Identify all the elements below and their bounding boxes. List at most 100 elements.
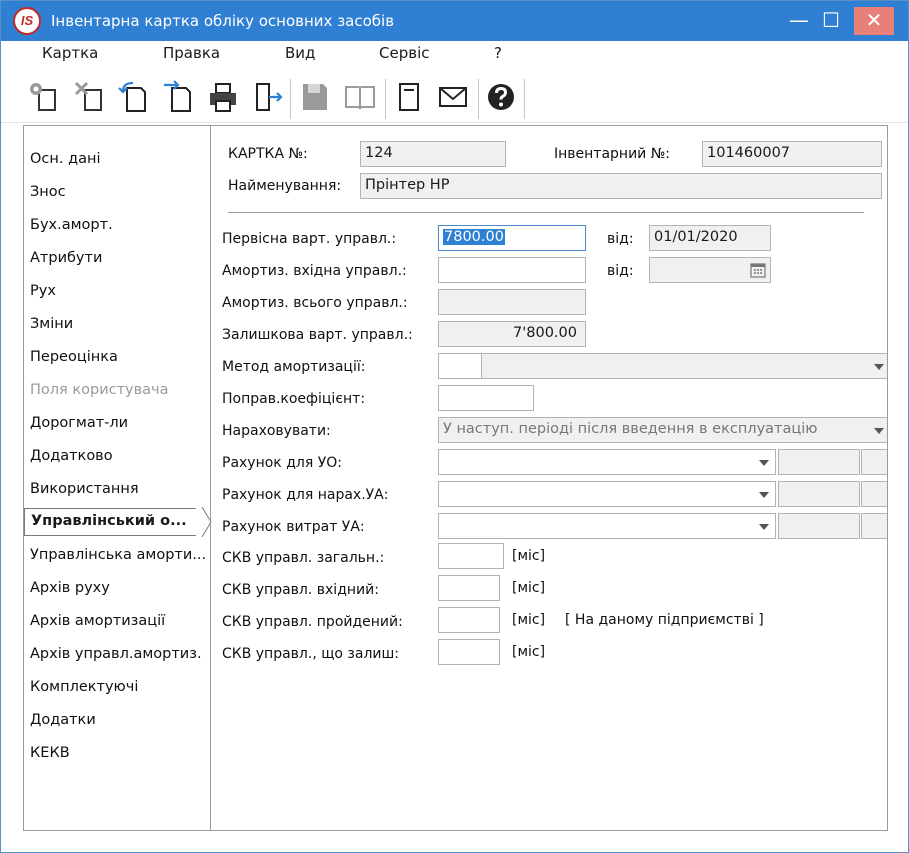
account-ua-accrual-select[interactable] xyxy=(438,481,776,507)
sidebar-item-depreciation-archive[interactable]: Архів амортизації xyxy=(30,613,165,629)
name-label: Найменування: xyxy=(228,178,342,194)
sidebar-item-management-depreciation-archive[interactable]: Архів управл.амортиз. xyxy=(30,646,202,662)
sidebar-item-additional[interactable]: Додатково xyxy=(30,448,113,464)
calendar-icon[interactable] xyxy=(750,262,766,278)
sidebar-item-accounting-depreciation[interactable]: Бух.аморт. xyxy=(30,217,113,233)
chevron-down-icon xyxy=(874,428,884,434)
header-divider xyxy=(228,212,864,213)
sidebar-item-management-depreciation[interactable]: Управлінська аморти... xyxy=(30,547,206,563)
document-icon[interactable] xyxy=(393,80,425,114)
sidebar-item-movement-archive[interactable]: Архів руху xyxy=(30,580,110,596)
sidebar: Осн. дані Знос Бух.аморт. Атрибути Рух З… xyxy=(24,126,212,830)
enterprise-note: [ На даному підприємстві ] xyxy=(565,612,764,628)
close-button[interactable]: ✕ xyxy=(854,7,894,35)
sidebar-item-changes[interactable]: Зміни xyxy=(30,316,73,332)
depreciation-method-label: Метод амортизації: xyxy=(222,359,366,375)
card-number-field: 124 xyxy=(360,141,506,167)
sidebar-item-wear[interactable]: Знос xyxy=(30,184,66,200)
account-expenses-label: Рахунок витрат УА: xyxy=(222,519,365,535)
initial-cost-input[interactable]: 7800.00 xyxy=(438,225,586,251)
skv-passed-label: СКВ управл. пройдений: xyxy=(222,614,403,630)
depreciation-method-select[interactable] xyxy=(481,353,887,379)
delete-card-icon[interactable] xyxy=(73,80,105,114)
inventory-number-field: 101460007 xyxy=(702,141,882,167)
name-field: Прінтер HP xyxy=(360,173,882,199)
sidebar-item-components[interactable]: Комплектуючі xyxy=(30,679,138,695)
skv-in-input[interactable] xyxy=(438,575,500,601)
depreciation-total-label: Амортиз. всього управл.: xyxy=(222,295,408,311)
window-title: Інвентарна картка обліку основних засобі… xyxy=(51,12,395,30)
menu-edit[interactable]: Правка xyxy=(163,44,220,62)
exit-icon[interactable] xyxy=(251,80,283,114)
account-uo-select[interactable] xyxy=(438,449,776,475)
print-icon[interactable] xyxy=(207,80,239,114)
skv-total-label: СКВ управл. загальн.: xyxy=(222,550,385,566)
menu-view[interactable]: Вид xyxy=(285,44,315,62)
skv-passed-input[interactable] xyxy=(438,607,500,633)
sidebar-item-management-accounting[interactable]: Управлінський о... xyxy=(24,508,202,536)
sidebar-item-attributes[interactable]: Атрибути xyxy=(30,250,102,266)
menu-service[interactable]: Сервіс xyxy=(379,44,429,62)
save-icon[interactable] xyxy=(299,80,331,114)
depreciation-total-field xyxy=(438,289,586,315)
main-panel: КАРТКА №: 124 Інвентарний №: 101460007 Н… xyxy=(212,126,887,830)
menu-help[interactable]: ? xyxy=(494,44,502,62)
book-icon[interactable] xyxy=(344,80,376,114)
new-card-icon[interactable] xyxy=(27,80,59,114)
account-expenses-extra-2 xyxy=(861,513,887,539)
title-bar: IS Інвентарна картка обліку основних зас… xyxy=(1,1,908,41)
initial-cost-selected-text: 7800.00 xyxy=(443,229,505,245)
toolbar-separator xyxy=(385,79,386,119)
chevron-down-icon xyxy=(759,492,769,498)
help-icon[interactable] xyxy=(485,80,517,114)
account-uo-extra-1 xyxy=(778,449,860,475)
main-window: IS Інвентарна картка обліку основних зас… xyxy=(0,0,909,853)
toolbar-separator xyxy=(290,79,291,119)
maximize-button[interactable]: ☐ xyxy=(813,7,849,35)
residual-value-field: 7'800.00 xyxy=(438,321,586,347)
account-ua-extra-1 xyxy=(778,481,860,507)
skv-left-unit: [міс] xyxy=(512,644,546,660)
import-icon[interactable] xyxy=(117,80,149,114)
sidebar-item-revaluation[interactable]: Переоцінка xyxy=(30,349,118,365)
menu-card[interactable]: Картка xyxy=(42,44,98,62)
depreciation-in-label: Амортиз. вхідна управл.: xyxy=(222,263,407,279)
correction-coefficient-input[interactable] xyxy=(438,385,534,411)
sidebar-item-movement[interactable]: Рух xyxy=(30,283,56,299)
sidebar-item-usage[interactable]: Використання xyxy=(30,481,139,497)
minimize-button[interactable]: — xyxy=(781,7,817,35)
mail-icon[interactable] xyxy=(437,80,469,114)
card-number-label: КАРТКА №: xyxy=(228,146,308,162)
skv-passed-unit: [міс] xyxy=(512,612,546,628)
accrue-label: Нараховувати: xyxy=(222,423,331,439)
sidebar-item-attachments[interactable]: Додатки xyxy=(30,712,96,728)
accrue-select[interactable]: У наступ. періоді після введення в експл… xyxy=(438,417,887,443)
accrue-value: У наступ. періоді після введення в експл… xyxy=(443,421,818,437)
sidebar-item-user-fields: Поля користувача xyxy=(30,382,169,398)
initial-cost-date-field: 01/01/2020 xyxy=(649,225,771,251)
chevron-down-icon xyxy=(759,460,769,466)
residual-value-label: Залишкова варт. управл.: xyxy=(222,327,413,343)
correction-coefficient-label: Поправ.коефіцієнт: xyxy=(222,391,366,407)
sidebar-item-kekv[interactable]: КЕКВ xyxy=(30,745,70,761)
skv-in-unit: [міс] xyxy=(512,580,546,596)
sidebar-item-main-data[interactable]: Осн. дані xyxy=(30,151,101,167)
skv-total-input[interactable] xyxy=(438,543,504,569)
account-expenses-select[interactable] xyxy=(438,513,776,539)
date-from-label: від: xyxy=(607,263,634,279)
skv-left-label: СКВ управл., що залиш: xyxy=(222,646,400,662)
chevron-down-icon xyxy=(874,364,884,370)
date-from-label: від: xyxy=(607,231,634,247)
export-icon[interactable] xyxy=(162,80,194,114)
sidebar-item-label: Управлінський о... xyxy=(31,513,187,529)
skv-left-input[interactable] xyxy=(438,639,500,665)
sidebar-item-precious-materials[interactable]: Дорогмат-ли xyxy=(30,415,128,431)
active-tab-pointer xyxy=(196,507,212,537)
toolbar xyxy=(1,71,908,123)
depreciation-in-input[interactable] xyxy=(438,257,586,283)
account-expenses-extra-1 xyxy=(778,513,860,539)
skv-in-label: СКВ управл. вхідний: xyxy=(222,582,379,598)
chevron-down-icon xyxy=(759,524,769,530)
depreciation-date-field[interactable] xyxy=(649,257,771,283)
depreciation-method-code[interactable] xyxy=(438,353,482,379)
